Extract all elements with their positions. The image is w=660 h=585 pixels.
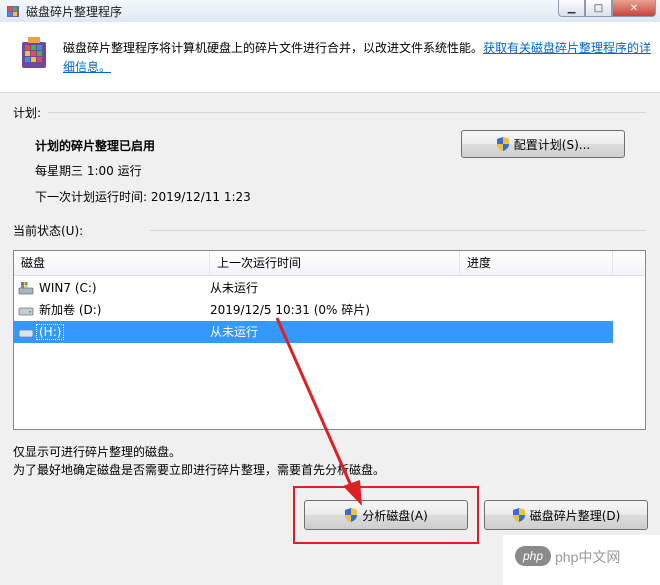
watermark-text: php中文网: [555, 549, 621, 565]
watermark: php php中文网: [503, 535, 660, 585]
annotation-arrow-icon: [275, 317, 362, 506]
watermark-logo-icon: php: [515, 546, 551, 566]
